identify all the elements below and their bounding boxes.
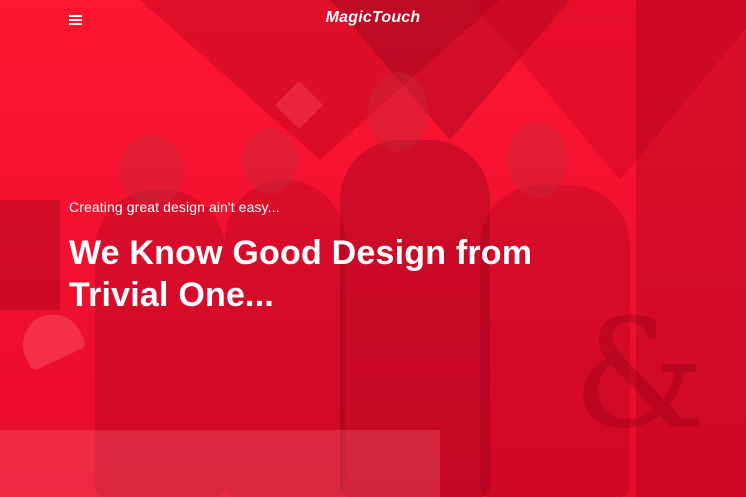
headline-line-2: Trivial One...	[69, 276, 274, 314]
person-head	[242, 128, 298, 194]
background-desk	[0, 430, 440, 497]
person-head	[368, 72, 428, 152]
headline-line-1: We Know Good Design from	[69, 234, 533, 272]
hero-headline: We Know Good Design from Trivial One...	[69, 232, 629, 316]
top-navigation-bar: MagicTouch	[0, 0, 746, 40]
hero-kicker-text: Creating great design ain't easy...	[69, 199, 280, 215]
brand-logo[interactable]: MagicTouch	[0, 9, 746, 27]
background-shelf	[0, 200, 60, 310]
person-head	[120, 135, 184, 207]
person-head	[508, 122, 568, 198]
